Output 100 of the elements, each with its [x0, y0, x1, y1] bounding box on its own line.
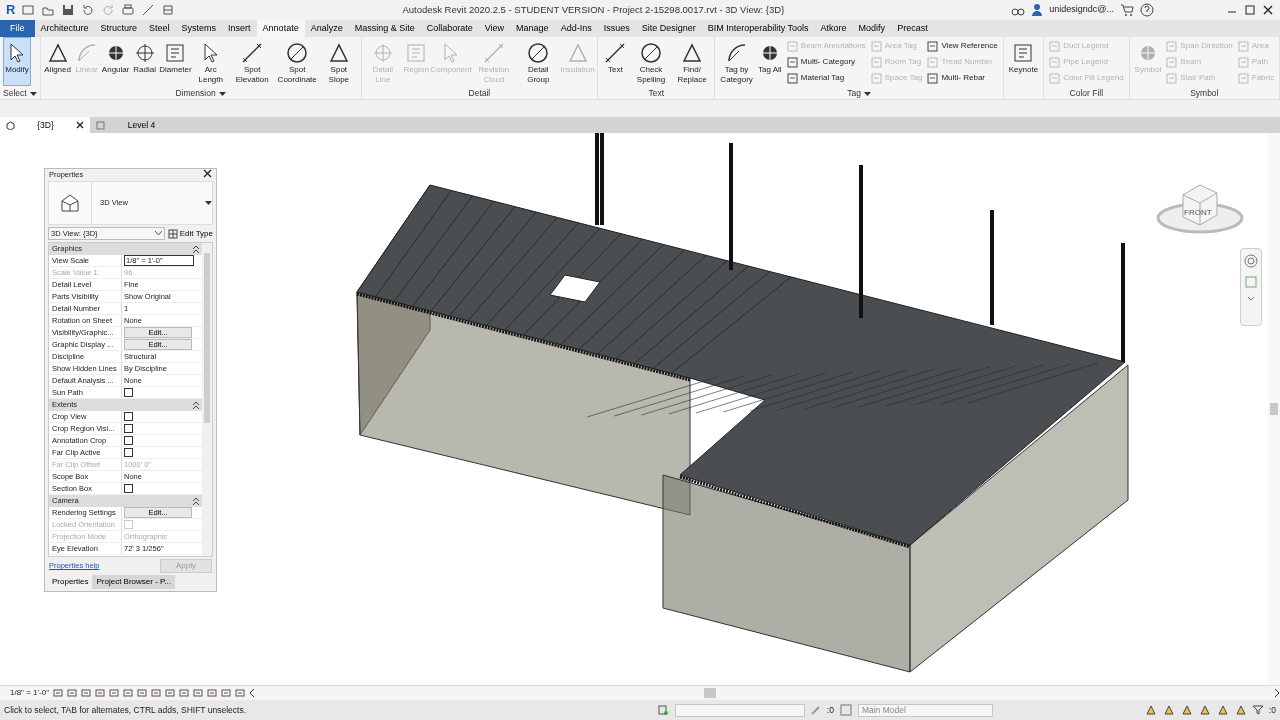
building-model-drawing[interactable] — [356, 133, 1129, 673]
checkbox[interactable] — [124, 484, 133, 493]
ribbon-tool-button[interactable]: Keynote — [1006, 37, 1041, 86]
window-icon[interactable] — [21, 3, 36, 17]
print-icon[interactable] — [121, 3, 136, 17]
user-name[interactable]: unidesigndc@... — [1049, 3, 1114, 17]
tag-icon — [786, 72, 798, 84]
ribbon-tool-button[interactable]: Material Tag — [784, 71, 868, 85]
tag-icon — [786, 40, 798, 52]
model-dropdown[interactable]: Main Model — [857, 703, 993, 717]
tag-icon — [1237, 40, 1249, 52]
line-icon[interactable] — [141, 3, 156, 17]
ribbon-tool-button[interactable]: Tag by Category — [718, 37, 755, 86]
undo-icon[interactable] — [81, 3, 96, 17]
caret-icon[interactable] — [863, 90, 871, 97]
ribbon-tab[interactable]: Precast — [891, 20, 934, 37]
house-icon — [59, 192, 81, 214]
ribbon-tab[interactable]: View — [478, 20, 511, 37]
file-menu-button[interactable]: File — [0, 20, 35, 37]
caret-icon[interactable] — [218, 90, 226, 97]
ribbon-tool-button[interactable]: Arc Length — [192, 37, 230, 86]
checkbox[interactable] — [124, 436, 133, 445]
close-icon[interactable] — [203, 169, 212, 178]
ribbon-tool-button[interactable]: Spot Elevation — [230, 37, 275, 86]
ribbon-tab[interactable]: Annotate — [256, 20, 305, 37]
box-icon[interactable] — [221, 688, 231, 698]
arrow-right-icon[interactable] — [1274, 689, 1280, 697]
checkbox[interactable] — [124, 448, 133, 457]
tag-icon — [1166, 40, 1178, 52]
ribbon-tab[interactable]: Atkore — [814, 20, 853, 37]
filter-icon[interactable] — [1252, 705, 1263, 715]
box-icon[interactable] — [193, 688, 203, 698]
panel-title[interactable]: Select — [3, 88, 27, 98]
checkbox[interactable] — [124, 412, 133, 421]
scrollbar[interactable] — [202, 243, 212, 556]
cube-icon — [6, 120, 15, 130]
ribbon-tab[interactable]: Add-Ins — [554, 20, 598, 37]
ribbon-tool-button[interactable]: Detail Group — [516, 37, 560, 86]
worksharing-icon[interactable] — [656, 704, 669, 716]
ribbon-tool-button[interactable]: Text — [601, 37, 630, 86]
ribbon-tool-button[interactable]: Radial — [130, 37, 159, 86]
ribbon-tab[interactable]: Systems — [175, 20, 223, 37]
ribbon-tool-button[interactable]: Modify — [3, 37, 31, 86]
ribbon-tab[interactable]: BIM Interoperability Tools — [701, 20, 815, 37]
scroll-thumb[interactable] — [1270, 403, 1278, 415]
ribbon-tool-button[interactable]: Multi- Category — [784, 55, 868, 69]
view-scale[interactable]: 1/8" = 1'-0" — [10, 687, 49, 699]
ribbon-tab[interactable]: Insert — [222, 20, 257, 37]
ribbon-tool-button[interactable]: Tag All — [755, 37, 784, 86]
panel-title: Text — [648, 88, 665, 98]
ribbon-tool-button[interactable]: Angular — [101, 37, 130, 86]
document-tab[interactable]: {3D} — [0, 117, 90, 133]
edit-type-button[interactable]: Edit Type — [167, 227, 213, 240]
checkbox[interactable] — [124, 388, 133, 397]
ribbon-tab[interactable]: Structure — [94, 20, 144, 37]
ribbon-tool-button[interactable]: Spot Slope — [320, 37, 358, 86]
ribbon-tool-button[interactable]: Aligned — [43, 37, 72, 86]
close-icon[interactable] — [1262, 4, 1274, 16]
ribbon-tab[interactable]: Architecture — [34, 20, 95, 37]
box-icon[interactable] — [67, 688, 77, 698]
chevron-icon — [154, 231, 162, 236]
cart-icon[interactable] — [1120, 3, 1134, 17]
close-icon[interactable] — [76, 121, 84, 129]
steering-wheel-icon[interactable] — [1244, 254, 1258, 268]
ribbon-tab[interactable]: Site Designer — [635, 20, 702, 37]
ribbon-tool-button[interactable]: Diameter — [159, 37, 192, 86]
chevron-icon[interactable] — [1247, 296, 1255, 302]
ribbon-tab[interactable]: Modify — [852, 20, 892, 37]
tag-icon — [1049, 72, 1061, 84]
panel-title[interactable]: Tag — [847, 88, 861, 98]
help-icon[interactable] — [1140, 3, 1154, 17]
ribbon-tool-button[interactable]: Check Spelling — [630, 37, 672, 86]
maximize-icon[interactable] — [1244, 4, 1256, 16]
panel-tab[interactable]: Project Browser - P... — [92, 575, 175, 589]
user-icon[interactable] — [1031, 3, 1044, 17]
app-logo[interactable]: R — [6, 0, 16, 20]
ribbon-tab[interactable]: Manage — [510, 20, 555, 37]
document-tab[interactable]: Level 4 — [90, 117, 180, 133]
tag-icon — [927, 40, 939, 52]
ribbon-tab[interactable]: Collaborate — [420, 20, 479, 37]
tag-icon — [1049, 56, 1061, 68]
arrow-left-icon[interactable] — [249, 689, 255, 697]
window-title: Autodesk Revit 2020.2.5 - STUDENT VERSION - Project 2-15298.0017.rvt - 3D View: {3D} — [401, 2, 786, 17]
scroll-thumb[interactable] — [704, 688, 716, 698]
checkbox[interactable] — [124, 424, 133, 433]
ribbon-tab[interactable]: Issues — [597, 20, 636, 37]
ribbon-tab[interactable]: Steel — [143, 20, 176, 37]
edit-icon[interactable] — [810, 705, 821, 715]
ribbon-tool-button[interactable]: View Reference — [925, 39, 1000, 53]
ribbon-tool-button[interactable]: Multi- Rebar — [925, 71, 1000, 85]
ribbon-tool-button[interactable]: Find/ Replace — [672, 37, 712, 86]
ribbon-tool-button[interactable]: Spot Coordinate — [275, 37, 320, 86]
collapse-icon — [193, 245, 199, 253]
tag-icon — [1049, 40, 1061, 52]
ribbon-tab[interactable]: Massing & Site — [348, 20, 421, 37]
ribbon-tab[interactable]: Analyze — [304, 20, 349, 37]
dimension-line-icon — [603, 41, 628, 65]
panel-title[interactable]: Dimension — [175, 88, 216, 98]
caret-icon[interactable] — [29, 90, 37, 97]
save-icon[interactable] — [61, 3, 76, 17]
